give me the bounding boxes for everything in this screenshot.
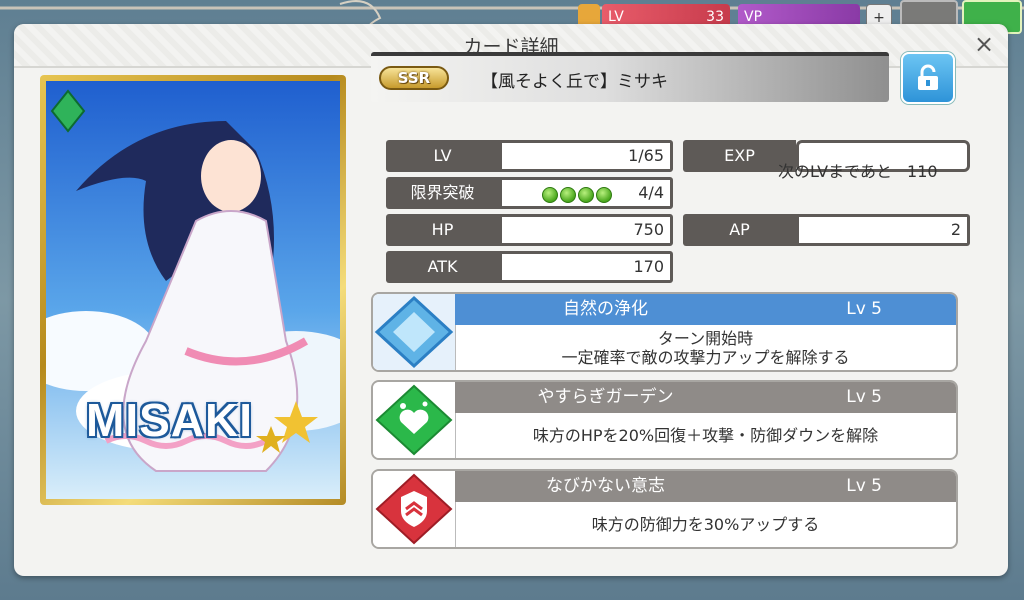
skill-description: 味方の防御力を30%アップする (455, 502, 956, 547)
skill-desc-line: ターン開始時 (657, 328, 754, 348)
stat-lv-value: 1/65 (499, 140, 673, 172)
hud-lv-label: LV (608, 9, 624, 25)
skill-desc-line: 味方のHPを20%回復＋攻撃・防御ダウンを解除 (532, 426, 879, 445)
unlock-icon (918, 64, 938, 90)
stat-atk-value: 170 (499, 251, 673, 283)
stat-ap-value: 2 (796, 214, 970, 246)
pip-icon (542, 187, 558, 203)
rarity-badge: SSR (379, 66, 449, 90)
pip-icon (596, 187, 612, 203)
stat-lv: LV 1/65 (386, 140, 673, 172)
heart-icon (375, 384, 453, 456)
skill-icon-box (373, 294, 456, 370)
skill-description: 味方のHPを20%回復＋攻撃・防御ダウンを解除 (455, 413, 956, 458)
skill-level: Lv 5 (846, 387, 882, 407)
card-art-name: MISAKI (86, 394, 253, 446)
skill-desc-line: 味方の防御力を30%アップする (591, 515, 820, 534)
lock-button[interactable] (901, 52, 955, 104)
stat-ap: AP 2 (683, 214, 970, 246)
stat-atk: ATK 170 (386, 251, 673, 283)
card-frame: MISAKI (40, 75, 346, 505)
skill-icon-box (373, 382, 456, 458)
skill-card[interactable]: 自然の浄化 Lv 5 ターン開始時 一定確率で敵の攻撃力アップを解除する (371, 292, 958, 372)
card-name: 【風そよく丘で】ミサキ (481, 72, 668, 92)
skill-level: Lv 5 (846, 299, 882, 319)
skill-level: Lv 5 (846, 476, 882, 496)
skill-card[interactable]: やすらぎガーデン Lv 5 味方のHPを20%回復＋攻撃・防御ダウンを解除 (371, 380, 958, 460)
next-level-label: 次のLVまであと (778, 162, 892, 181)
skill-header: やすらぎガーデン Lv 5 (455, 382, 956, 413)
shield-icon (375, 473, 453, 545)
stat-limit-break-label: 限界突破 (386, 177, 499, 209)
close-icon: × (973, 30, 995, 58)
pip-icon (560, 187, 576, 203)
skill-name: やすらぎガーデン (537, 387, 674, 407)
next-level-value: 110 (907, 162, 938, 181)
skill-name: 自然の浄化 (563, 299, 648, 319)
skill-name: なびかない意志 (546, 476, 665, 496)
stat-lv-label: LV (386, 140, 499, 172)
limit-break-count: 4/4 (638, 183, 664, 202)
stat-ap-label: AP (683, 214, 796, 246)
pip-icon (578, 187, 594, 203)
skill-description: ターン開始時 一定確率で敵の攻撃力アップを解除する (455, 325, 956, 370)
stat-hp-value: 750 (499, 214, 673, 246)
skill-header: 自然の浄化 Lv 5 (455, 294, 956, 325)
stat-hp-label: HP (386, 214, 499, 246)
next-level-text: 次のLVまであと 110 (778, 158, 938, 182)
diamond-icon (373, 294, 455, 370)
hud-vp-label: VP (744, 9, 763, 25)
card-name-bar: SSR 【風そよく丘で】ミサキ (371, 52, 889, 102)
skill-desc-line: 一定確率で敵の攻撃力アップを解除する (561, 347, 850, 367)
skill-card[interactable]: なびかない意志 Lv 5 味方の防御力を30%アップする (371, 469, 958, 549)
stat-atk-label: ATK (386, 251, 499, 283)
stat-limit-break-value: 4/4 (499, 177, 673, 209)
skill-icon-box (373, 471, 456, 547)
close-button[interactable]: × (970, 30, 998, 58)
limit-break-pips (542, 185, 614, 211)
stat-limit-break: 限界突破 4/4 (386, 177, 673, 209)
skill-header: なびかない意志 Lv 5 (455, 471, 956, 502)
stat-hp: HP 750 (386, 214, 673, 246)
